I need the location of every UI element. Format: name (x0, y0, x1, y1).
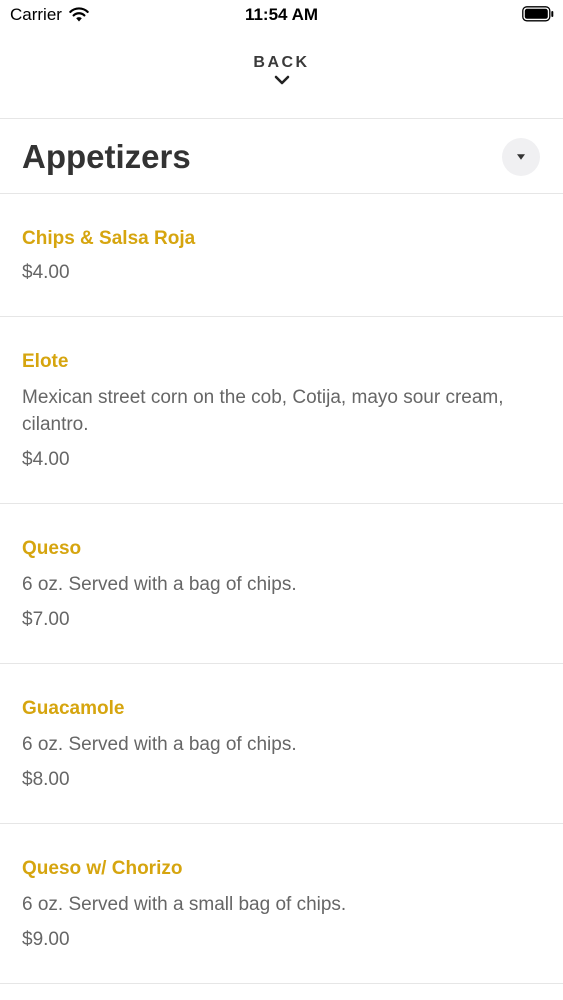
item-price: $4.00 (22, 449, 70, 470)
item-description: Mexican street corn on the cob, Cotija, … (22, 387, 504, 435)
chevron-down-icon (274, 75, 289, 85)
item-price: $7.00 (22, 609, 70, 630)
item-description: 6 oz. Served with a bag of chips. (22, 734, 297, 755)
item-price: $8.00 (22, 769, 70, 790)
battery-icon (522, 6, 554, 22)
menu-item[interactable]: Queso 6 oz. Served with a bag of chips. $7… (0, 504, 563, 664)
menu-item[interactable]: Guacamole 6 oz. Served with a bag of chip… (0, 664, 563, 824)
section-collapse-button[interactable] (502, 138, 540, 176)
back-label: BACK (253, 54, 310, 71)
item-name: Guacamole (22, 698, 125, 719)
item-name: Chips & Salsa Roja (22, 228, 196, 249)
header-divider (0, 118, 563, 119)
menu-list: Chips & Salsa Roja $4.00 Elote Mexican stre… (0, 194, 563, 984)
item-description: 6 oz. Served with a bag of chips. (22, 574, 297, 595)
item-name: Queso (22, 538, 82, 559)
item-price: $4.00 (22, 262, 70, 283)
menu-item[interactable]: Chips & Salsa Roja $4.00 (0, 194, 563, 317)
back-button[interactable]: BACK (0, 50, 563, 100)
menu-item[interactable]: Queso w/ Chorizo 6 oz. Served with a smal… (0, 824, 563, 984)
menu-item[interactable]: Elote Mexican street corn on the cob, Cot… (0, 317, 563, 504)
caret-down-icon (517, 154, 525, 160)
item-price: $9.00 (22, 929, 70, 950)
status-bar: Carrier 11:54 AM (0, 0, 563, 30)
item-name: Queso w/ Chorizo (22, 858, 183, 879)
item-name: Elote (22, 351, 69, 372)
section-title: Appetizers (22, 138, 191, 175)
item-description: 6 oz. Served with a small bag of chips. (22, 894, 347, 915)
clock-time: 11:54 AM (244, 5, 319, 24)
